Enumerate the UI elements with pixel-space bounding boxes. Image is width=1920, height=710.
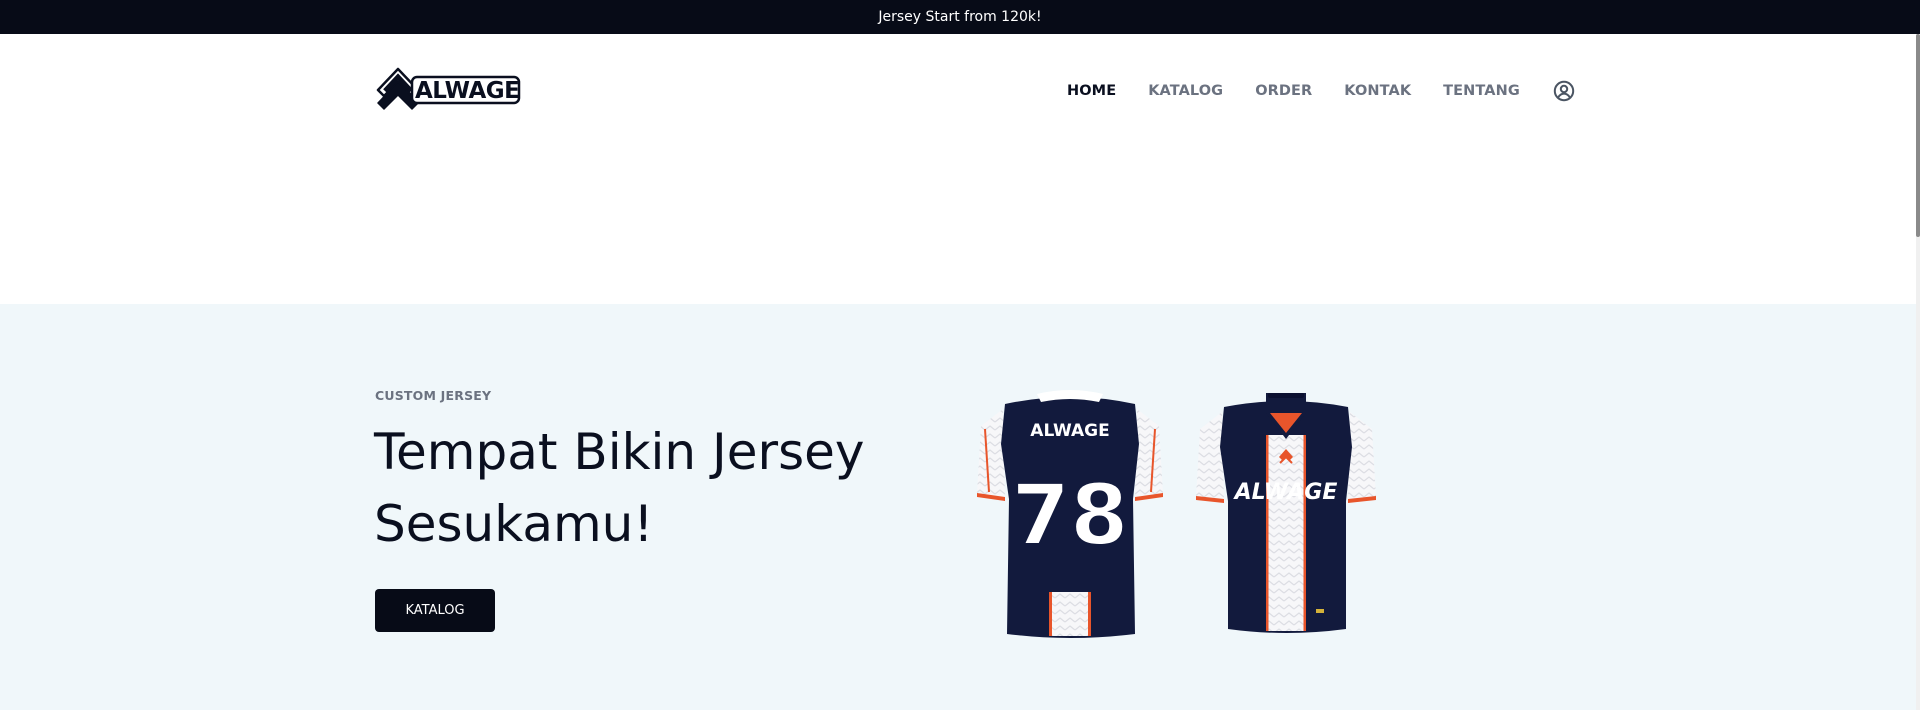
jersey-back-image: ALWAGE 78 — [977, 390, 1163, 638]
svg-text:78: 78 — [1012, 466, 1129, 564]
hero-section: CUSTOM JERSEY Tempat Bikin Jersey Sesuka… — [0, 304, 1916, 710]
svg-text:ALWAGE: ALWAGE — [415, 78, 519, 104]
alwage-logo-mark: ALWAGE — [376, 67, 521, 110]
jersey-front-image: ALWAGE — [1196, 393, 1376, 633]
katalog-cta-button[interactable]: KATALOG — [375, 589, 495, 632]
scrollbar-thumb[interactable] — [1916, 34, 1920, 237]
nav-katalog[interactable]: KATALOG — [1148, 83, 1223, 99]
svg-text:ALWAGE: ALWAGE — [1233, 480, 1338, 505]
user-circle-icon[interactable] — [1553, 80, 1575, 102]
nav-home[interactable]: HOME — [1067, 83, 1116, 99]
hero-eyebrow: CUSTOM JERSEY — [375, 388, 492, 403]
main-nav: HOME KATALOG ORDER KONTAK TENTANG — [1067, 80, 1575, 102]
nav-kontak[interactable]: KONTAK — [1344, 83, 1411, 99]
nav-tentang[interactable]: TENTANG — [1443, 83, 1520, 99]
announcement-text: Jersey Start from 120k! — [878, 9, 1042, 25]
announcement-bar: Jersey Start from 120k! — [0, 0, 1920, 34]
brand-logo[interactable]: ALWAGE — [375, 63, 521, 115]
nav-order[interactable]: ORDER — [1255, 83, 1312, 99]
site-header: ALWAGE HOME KATALOG ORDER KONTAK TENTANG — [0, 34, 1920, 304]
hero-headline: Tempat Bikin Jersey Sesukamu! — [374, 423, 865, 553]
svg-text:ALWAGE: ALWAGE — [1030, 421, 1109, 441]
